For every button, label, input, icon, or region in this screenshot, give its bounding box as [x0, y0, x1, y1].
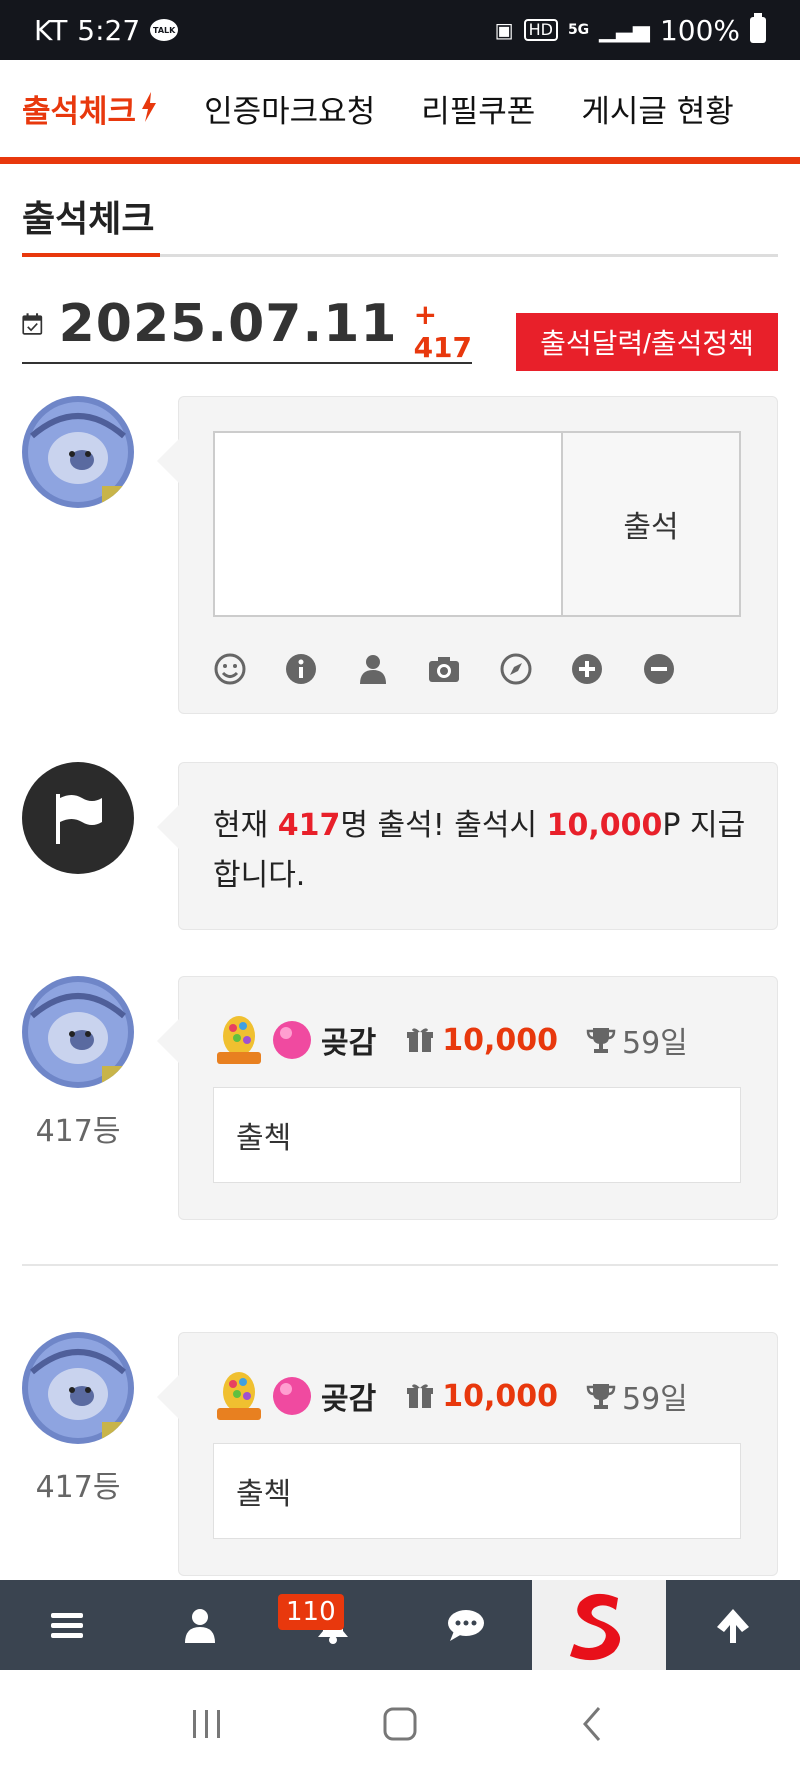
bolt-icon — [140, 92, 158, 130]
attendance-date: 2025.07.11 — [58, 294, 398, 354]
flag-avatar — [22, 762, 134, 874]
camera-icon[interactable] — [427, 649, 498, 689]
hedgehog-avatar-image — [22, 1332, 134, 1444]
site-logo[interactable] — [532, 1580, 666, 1670]
tab-refill-coupon[interactable]: 리필쿠폰 — [421, 86, 535, 131]
plus-circle-icon[interactable] — [570, 649, 641, 689]
entry-nickname[interactable]: 곶감 — [321, 1374, 376, 1418]
candy-badge-icon — [273, 1377, 311, 1415]
home-icon[interactable] — [378, 1702, 422, 1746]
date-row: 2025.07.11 + 417 — [22, 286, 472, 364]
user-icon[interactable] — [356, 649, 427, 689]
clock: 5:27 — [77, 13, 141, 47]
attendance-notice: 현재 417명 출석! 출석시 10,000P 지급합니다. — [213, 801, 753, 901]
attendance-entry-card: 곶감 10,000 59일 출첵 — [157, 976, 778, 1220]
entry-message: 출첵 — [213, 1443, 741, 1539]
notification-count-badge: 110 — [278, 1594, 344, 1630]
compose-area: 출석 — [213, 431, 741, 617]
avatar[interactable] — [22, 976, 134, 1088]
page-title: 출석체크 — [22, 199, 155, 240]
entry-rank: 417등 — [35, 1114, 121, 1149]
recent-apps-icon[interactable] — [185, 1702, 229, 1746]
entry-days: 59일 — [621, 1382, 688, 1417]
network-5g-icon: 5G — [567, 22, 590, 38]
entry-nickname[interactable]: 곶감 — [321, 1018, 376, 1062]
gift-icon — [406, 1026, 434, 1054]
info-icon[interactable] — [284, 649, 355, 689]
attendance-submit-button[interactable]: 출석 — [563, 433, 739, 615]
hd-icon: HD — [523, 19, 558, 41]
entry-days: 59일 — [621, 1026, 688, 1061]
avatar[interactable] — [22, 1332, 134, 1444]
notice-middle: 명 출석! 출석시 — [340, 808, 547, 843]
trophy-icon — [586, 1025, 616, 1055]
kakaotalk-icon: TALK — [150, 19, 179, 41]
tab-attendance-label: 출석체크 — [22, 94, 137, 130]
chat-icon[interactable] — [399, 1580, 532, 1670]
attendance-message-input[interactable] — [215, 433, 563, 615]
attendance-notice-card: 현재 417명 출석! 출석시 10,000P 지급합니다. — [157, 762, 778, 930]
entry-divider — [22, 1264, 778, 1266]
flag-icon — [56, 794, 102, 844]
notice-prefix: 현재 — [213, 808, 278, 843]
entry-message: 출첵 — [213, 1087, 741, 1183]
top-nav: 출석체크 인증마크요청 리필쿠폰 게시글 현황 — [0, 60, 800, 164]
avatar — [22, 396, 134, 508]
sim-icon: ▣ — [494, 18, 514, 42]
battery-label: 100% — [659, 13, 740, 47]
menu-icon[interactable] — [0, 1580, 133, 1670]
level-badge-icon — [217, 1372, 261, 1420]
battery-icon — [750, 13, 766, 43]
system-nav-bar — [0, 1670, 800, 1778]
user-icon[interactable] — [133, 1580, 266, 1670]
compose-toolbar — [213, 649, 713, 689]
entry-rank: 417등 — [35, 1470, 121, 1505]
entry-header: 곶감 10,000 59일 — [213, 1011, 688, 1069]
tab-cert-mark-request[interactable]: 인증마크요청 — [204, 86, 375, 131]
carrier-label: KT — [34, 13, 68, 47]
minus-circle-icon[interactable] — [642, 649, 713, 689]
smile-icon[interactable] — [213, 649, 284, 689]
entry-points: 10,000 — [442, 1378, 558, 1414]
signal-icon: ▁▃▅ — [599, 17, 650, 43]
arrow-up-icon[interactable] — [666, 1580, 799, 1670]
status-bar: KT 5:27 TALK ▣ HD 5G ▁▃▅ 100% — [0, 0, 800, 60]
title-divider-active — [22, 253, 160, 257]
notice-points: 10,000 — [546, 808, 663, 843]
hedgehog-avatar-image — [22, 976, 134, 1088]
tab-post-status[interactable]: 게시글 현황 — [581, 86, 733, 131]
attendance-entry-card: 곶감 10,000 59일 출첵 — [157, 1332, 778, 1576]
level-badge-icon — [217, 1016, 261, 1064]
compass-icon[interactable] — [499, 649, 570, 689]
attendance-compose-card: 출석 — [157, 396, 778, 714]
hedgehog-avatar-image — [22, 396, 134, 508]
attendance-count: + 417 — [413, 298, 473, 364]
bottom-toolbar — [0, 1580, 800, 1670]
calendar-check-icon — [22, 313, 43, 335]
entry-header: 곶감 10,000 59일 — [213, 1367, 688, 1425]
notice-count: 417 — [277, 808, 341, 843]
gift-icon — [406, 1382, 434, 1410]
back-icon[interactable] — [571, 1702, 615, 1746]
entry-points: 10,000 — [442, 1022, 558, 1058]
attendance-policy-button[interactable]: 출석달력/출석정책 — [516, 313, 778, 371]
tab-attendance[interactable]: 출석체크 — [22, 86, 158, 131]
trophy-icon — [586, 1381, 616, 1411]
candy-badge-icon — [273, 1021, 311, 1059]
